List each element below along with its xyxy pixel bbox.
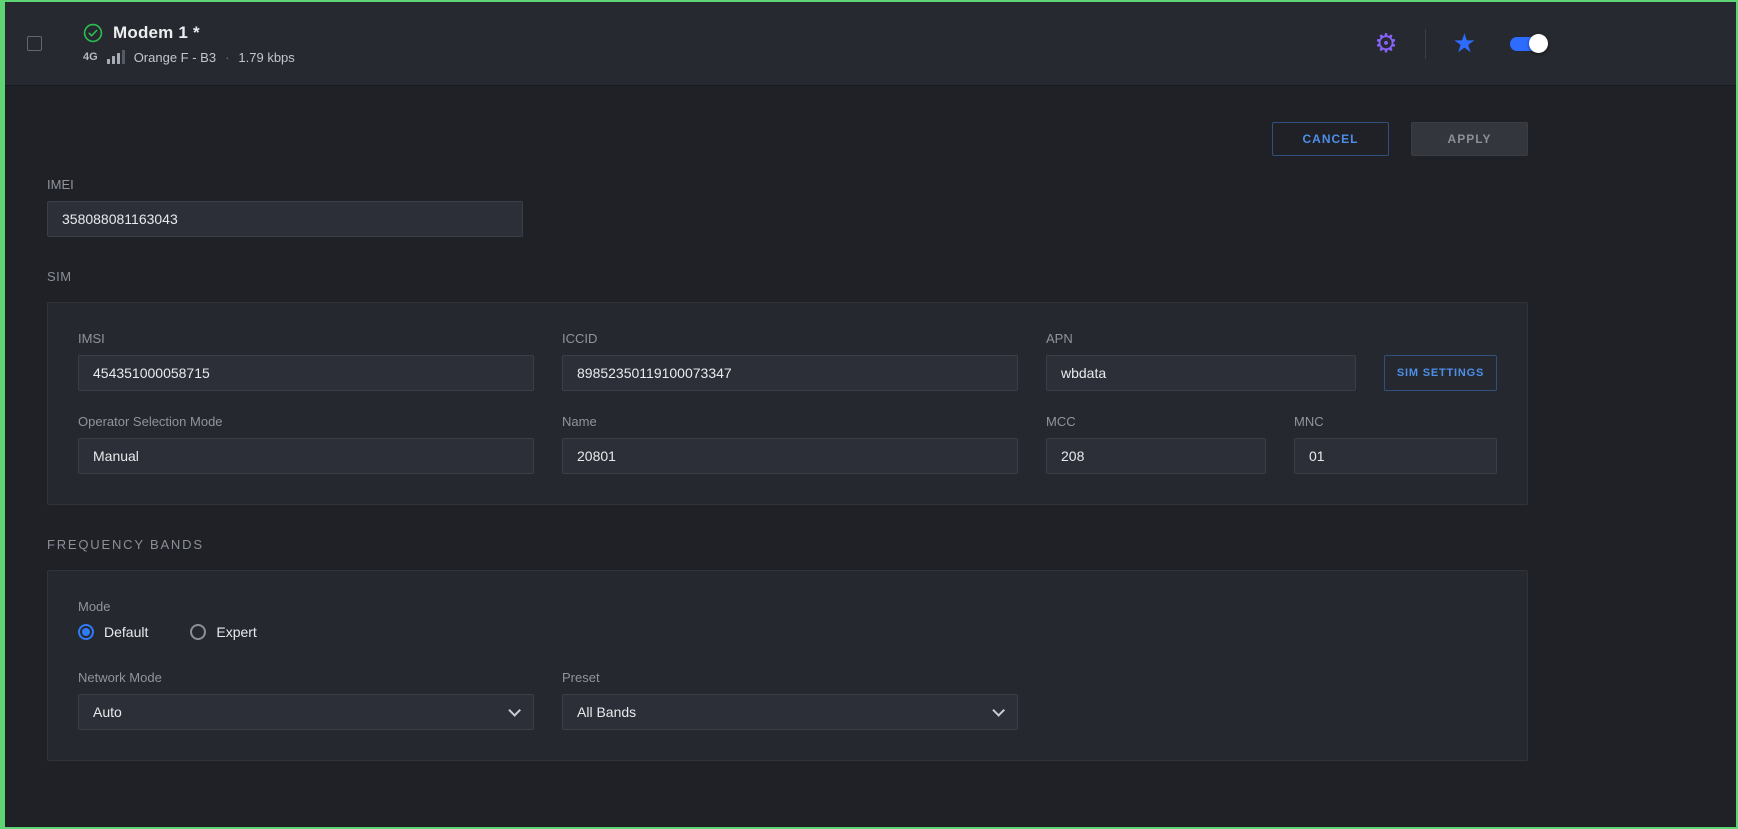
mnc-field: MNC	[1294, 414, 1497, 474]
radio-unselected-icon	[190, 624, 206, 640]
iccid-label: ICCID	[562, 331, 1018, 346]
signal-bars-icon	[107, 50, 125, 64]
name-label: Name	[562, 414, 1018, 429]
chevron-down-icon	[508, 704, 521, 717]
network-mode-select[interactable]: Auto	[78, 694, 534, 730]
modem-title-block: Modem 1 * 4G Orange F - B3 · 1.79 kbps	[83, 23, 295, 65]
modem-title: Modem 1 *	[113, 23, 200, 43]
preset-label: Preset	[562, 670, 1018, 685]
sim-settings-cell: SIM SETTINGS	[1384, 355, 1497, 391]
mode-option-expert[interactable]: Expert	[190, 624, 256, 640]
imsi-field: IMSI	[78, 331, 534, 391]
apply-button[interactable]: APPLY	[1411, 122, 1528, 156]
toggle-knob	[1529, 34, 1548, 53]
frequency-bands-panel: Mode Default Expert Network Mode Auto	[47, 570, 1528, 761]
cancel-button[interactable]: CANCEL	[1272, 122, 1389, 156]
mode-option-default-label: Default	[104, 624, 148, 640]
preset-value: All Bands	[577, 704, 636, 720]
imei-label: IMEI	[47, 177, 523, 192]
header-actions: ⚙︎ ★	[1374, 29, 1546, 59]
modem-header: Modem 1 * 4G Orange F - B3 · 1.79 kbps ⚙…	[5, 2, 1736, 86]
mcc-input[interactable]	[1046, 438, 1266, 474]
imei-input[interactable]	[47, 201, 523, 237]
radio-selected-icon	[78, 624, 94, 640]
network-type-label: 4G	[83, 51, 98, 63]
modem-enable-toggle[interactable]	[1510, 37, 1546, 51]
chevron-down-icon	[992, 704, 1005, 717]
modem-settings-card: Modem 1 * 4G Orange F - B3 · 1.79 kbps ⚙…	[0, 0, 1738, 829]
sim-settings-button[interactable]: SIM SETTINGS	[1384, 355, 1497, 391]
name-input[interactable]	[562, 438, 1018, 474]
gear-icon[interactable]: ⚙︎	[1374, 31, 1397, 57]
mnc-input[interactable]	[1294, 438, 1497, 474]
operator-mode-input[interactable]	[78, 438, 534, 474]
imei-field: IMEI	[47, 177, 523, 237]
separator-dot: ·	[225, 50, 229, 65]
mode-option-expert-label: Expert	[216, 624, 256, 640]
mode-label: Mode	[78, 599, 1497, 614]
modem-form: CANCEL APPLY IMEI SIM IMSI ICCID APN	[5, 86, 1736, 761]
preset-select[interactable]: All Bands	[562, 694, 1018, 730]
imsi-label: IMSI	[78, 331, 534, 346]
apn-field: APN	[1046, 331, 1356, 391]
operator-mode-field: Operator Selection Mode	[78, 414, 534, 474]
speed-label: 1.79 kbps	[238, 50, 294, 65]
operator-label: Orange F - B3	[134, 50, 216, 65]
sim-panel: IMSI ICCID APN SIM SETTINGS Operator Sel	[47, 302, 1528, 505]
imsi-input[interactable]	[78, 355, 534, 391]
form-actions: CANCEL APPLY	[47, 122, 1528, 156]
iccid-field: ICCID	[562, 331, 1018, 391]
network-mode-value: Auto	[93, 704, 122, 720]
network-mode-field: Network Mode Auto	[78, 670, 534, 730]
star-icon[interactable]: ★	[1453, 31, 1476, 57]
mode-option-default[interactable]: Default	[78, 624, 148, 640]
iccid-input[interactable]	[562, 355, 1018, 391]
frequency-bands-section-title: FREQUENCY BANDS	[47, 537, 1528, 552]
name-field: Name	[562, 414, 1018, 474]
header-divider	[1425, 29, 1426, 59]
preset-field: Preset All Bands	[562, 670, 1018, 730]
mode-radio-group: Default Expert	[78, 624, 1497, 640]
operator-mode-label: Operator Selection Mode	[78, 414, 534, 429]
mcc-field: MCC	[1046, 414, 1266, 474]
mnc-label: MNC	[1294, 414, 1497, 429]
check-circle-icon	[83, 23, 103, 43]
apn-input[interactable]	[1046, 355, 1356, 391]
network-mode-label: Network Mode	[78, 670, 534, 685]
mcc-label: MCC	[1046, 414, 1266, 429]
sim-section-title: SIM	[47, 269, 1528, 284]
apn-label: APN	[1046, 331, 1356, 346]
select-modem-checkbox[interactable]	[27, 36, 42, 51]
